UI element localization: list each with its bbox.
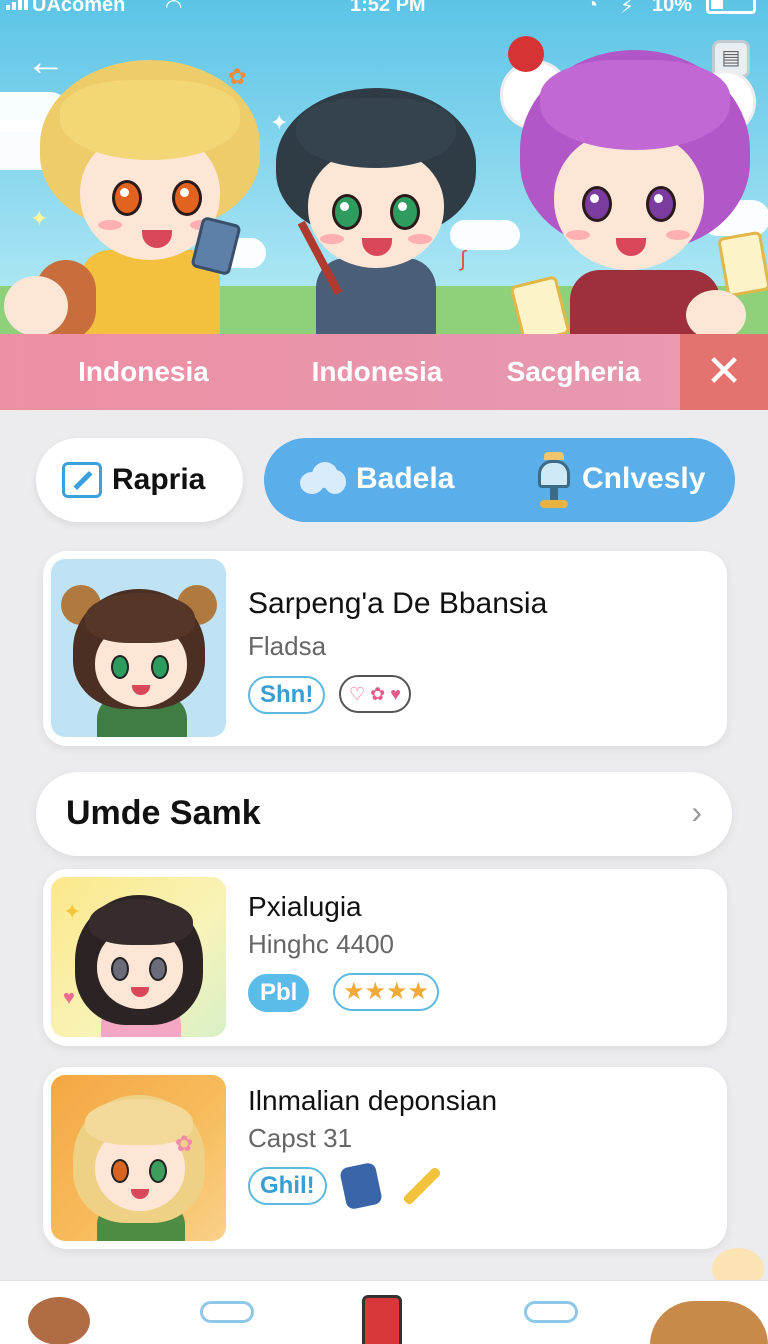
card-title: Pxialugia <box>248 891 362 922</box>
filter-toggle-group[interactable]: Badela Cnlvesly <box>264 438 735 522</box>
card-tag[interactable]: Pbl <box>248 974 310 1012</box>
lamp-icon <box>534 452 574 510</box>
charging-icon: ⚡ <box>620 0 635 18</box>
squiggle-icon: ∫ <box>460 246 467 271</box>
list-item[interactable]: Sarpeng'a De Bbansia Fladsa Shn! ♡ ✿ ♥ <box>43 551 727 746</box>
wifi-icon: ◠ <box>166 0 182 18</box>
card-tag[interactable]: Ghil! <box>248 1167 327 1205</box>
pencil-icon <box>62 462 102 498</box>
star-rating: ★★★★ <box>343 978 430 1005</box>
small-character <box>4 276 68 334</box>
section-title: Umde Samk <box>66 794 261 832</box>
card-item <box>509 275 571 334</box>
dark-hair-character <box>276 88 476 334</box>
filter-rapria-label: Rapria <box>112 463 206 496</box>
tab-indonesia-1[interactable]: Indonesia <box>0 334 287 410</box>
character-thumbnail: ✿ <box>51 1075 226 1241</box>
cloud-nav-icon[interactable] <box>196 1291 266 1344</box>
cloud-icon <box>300 462 346 496</box>
list-item[interactable]: ✦ ♥ Pxialugia Hinghc 4400 Pbl ★★★★ <box>43 869 727 1046</box>
battery-icon <box>706 0 756 14</box>
close-icon[interactable]: ✕ <box>680 334 768 410</box>
filter-rapria-button[interactable]: Rapria <box>36 438 243 522</box>
bear-icon[interactable] <box>28 1297 90 1344</box>
cloud-nav-icon[interactable] <box>520 1291 590 1344</box>
purple-hair-character <box>500 30 760 334</box>
card-subtitle: Hinghc 4400 <box>248 929 394 959</box>
tab-sacgheria[interactable]: Sacgheria <box>467 334 680 410</box>
card-subtitle: Fladsa <box>248 631 327 661</box>
alarm-icon: ◔ <box>586 0 599 16</box>
card-tag[interactable]: Shn! <box>248 676 326 714</box>
wand-icon <box>402 1166 442 1206</box>
filter-badela-label[interactable]: Badela <box>356 462 454 496</box>
star-rating-badge: ★★★★ <box>333 973 440 1011</box>
sparkle-icon: ✦ <box>30 206 49 231</box>
blonde-character <box>36 60 260 334</box>
signal-icon <box>6 0 28 10</box>
status-bar: UAcomen ◠ 1:52 PM ◔ ⚡ 10% <box>0 0 768 22</box>
card-title: Sarpeng'a De Bbansia <box>248 587 548 620</box>
island-icon[interactable] <box>650 1293 768 1344</box>
hero-banner: UAcomen ◠ 1:52 PM ◔ ⚡ 10% ← ▤ ✿ ✦ ✦ ∫ <box>0 0 768 334</box>
section-umde-samk[interactable]: Umde Samk › <box>36 772 732 856</box>
card-subtitle: Capst 31 <box>248 1123 353 1153</box>
bottom-nav <box>0 1280 768 1344</box>
filter-cnlvesly-label[interactable]: Cnlvesly <box>582 462 705 496</box>
small-character <box>686 290 746 334</box>
chevron-right-icon: › <box>691 794 702 830</box>
battery-percent: 10% <box>652 0 693 16</box>
shop-icon[interactable] <box>360 1295 430 1344</box>
status-time: 1:52 PM <box>350 0 426 16</box>
tab-bar: Indonesia Indonesia Sacgheria ✕ <box>0 334 768 410</box>
carrier-name: UAcomen <box>32 0 126 16</box>
tab-indonesia-2[interactable]: Indonesia <box>287 334 467 410</box>
list-item[interactable]: ✿ Ilnmalian deponsian Capst 31 Ghil! <box>43 1067 727 1249</box>
flower-icon: ✿ <box>228 64 247 89</box>
sparkle-icon: ✦ <box>270 110 289 135</box>
card-title: Ilnmalian deponsian <box>248 1085 498 1116</box>
character-thumbnail: ✦ ♥ <box>51 877 226 1037</box>
character-thumbnail <box>51 559 226 737</box>
bag-icon <box>339 1161 383 1211</box>
strawberry-icon <box>508 36 544 72</box>
sticker-icon: ♡ ✿ ♥ <box>339 675 411 713</box>
